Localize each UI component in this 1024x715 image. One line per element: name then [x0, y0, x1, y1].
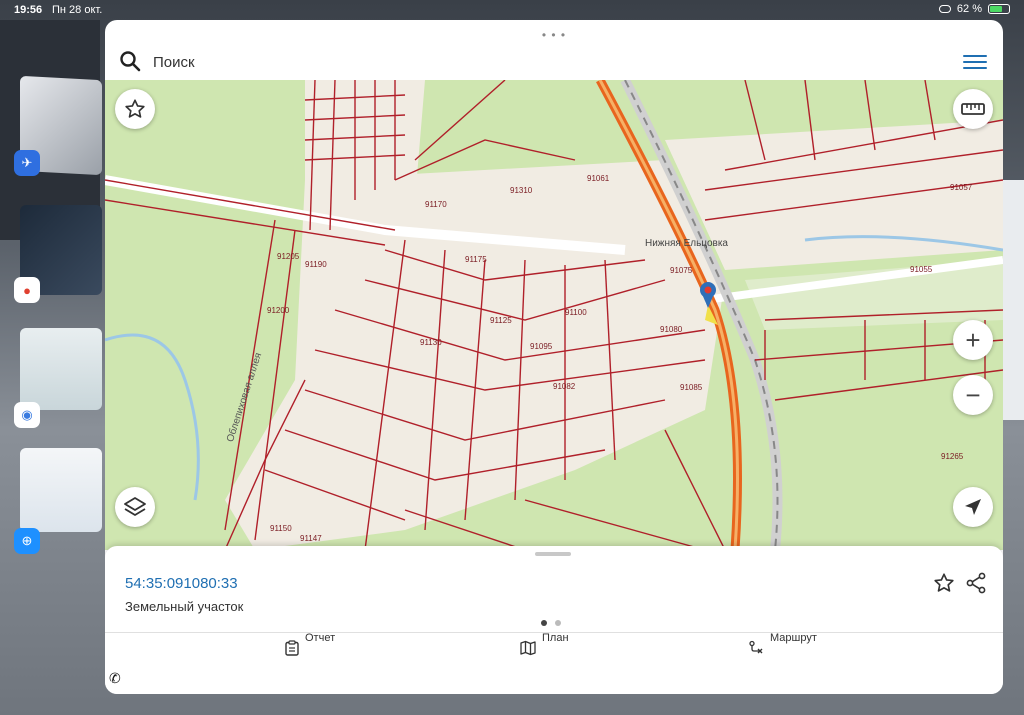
parcel-label: 91061	[587, 174, 610, 183]
parcel-label: 91150	[270, 524, 292, 533]
cadastral-map[interactable]: Нижняя Ельцовка Облепиховая аллея 91310 …	[105, 80, 1003, 550]
parcel-label: 91265	[941, 452, 964, 461]
battery-percent: 62 %	[956, 3, 982, 15]
parcel-label: 91082	[553, 382, 576, 391]
map-icon	[520, 640, 536, 656]
tab-plan-label: План	[542, 632, 569, 644]
tab-report[interactable]: Отчет	[285, 632, 335, 668]
maps-app-icon[interactable]: ✈	[14, 150, 40, 176]
app-thumbnail-4[interactable]	[20, 448, 102, 532]
my-location-button[interactable]	[953, 487, 993, 527]
map-place-label: Нижняя Ельцовка	[645, 238, 728, 249]
parcel-label: 91055	[910, 265, 933, 274]
app-thumbnail-3[interactable]	[20, 328, 102, 410]
tab-route[interactable]: Маршрут	[748, 632, 817, 668]
parcel-label: 91095	[530, 342, 553, 351]
battery-icon	[988, 4, 1010, 14]
star-icon	[125, 99, 145, 118]
parcel-label: 91170	[425, 200, 447, 209]
star-icon[interactable]	[933, 572, 955, 594]
tab-report-label: Отчет	[305, 632, 336, 644]
app-icon-3[interactable]: ◉	[14, 402, 40, 428]
app-window: • • • Поиск Нижняя Ельцовка Облепиховая …	[105, 20, 1003, 694]
zoom-out-button[interactable]: −	[953, 375, 993, 415]
parcel-label: 91057	[950, 183, 973, 192]
ruler-button[interactable]	[953, 89, 993, 129]
plus-icon: +	[965, 324, 981, 355]
navigation-arrow-icon	[965, 499, 981, 515]
status-time: 19:56	[14, 4, 43, 16]
route-icon	[749, 640, 763, 654]
minus-icon: −	[965, 379, 981, 410]
tab-route-label: Маршрут	[770, 632, 817, 644]
search-input[interactable]: Поиск	[153, 54, 195, 71]
map-canvas	[105, 80, 1003, 550]
ruler-icon	[961, 103, 985, 115]
parcel-label: 91125	[490, 316, 512, 325]
status-date: Пн 28 окт.	[52, 4, 103, 16]
sheet-handle[interactable]	[535, 552, 571, 556]
layers-icon	[124, 497, 146, 516]
clipboard-icon	[285, 640, 299, 656]
parcel-label: 91175	[465, 255, 487, 264]
safari-app-icon[interactable]: ⊕	[14, 528, 40, 554]
phone-icon: ✆	[109, 670, 121, 686]
search-bar[interactable]: Поиск	[105, 46, 1003, 80]
multitasking-dots-icon[interactable]: • • •	[105, 28, 1003, 42]
link-icon	[938, 5, 951, 13]
parcel-label: 91205	[277, 252, 300, 261]
parcel-label: 91190	[305, 260, 327, 269]
status-bar: 19:56 Пн 28 окт. 62 %	[0, 0, 1024, 20]
cadastral-number[interactable]: 54:35:091080:33	[125, 575, 238, 592]
parcel-label: 91075	[670, 266, 693, 275]
tab-plan[interactable]: План	[520, 632, 569, 668]
favorite-button[interactable]	[115, 89, 155, 129]
object-type: Земельный участок	[125, 599, 244, 614]
menu-icon[interactable]	[963, 55, 987, 73]
parcel-label: 91147	[300, 534, 322, 543]
bottom-tabs: Отчет План Маршрут	[105, 632, 1003, 672]
parcel-label: 91200	[267, 306, 290, 315]
page-indicator	[541, 620, 561, 626]
parcel-label: 91130	[420, 338, 442, 347]
parcel-label: 91310	[510, 186, 533, 195]
background-right	[1003, 180, 1024, 420]
parcel-label: 91085	[680, 383, 703, 392]
info-sheet[interactable]: 54:35:091080:33 Земельный участок Отчет …	[105, 546, 1003, 694]
parcel-label: 91100	[565, 308, 587, 317]
search-icon	[120, 51, 141, 72]
layers-button[interactable]	[115, 487, 155, 527]
parcel-label: 91080	[660, 325, 683, 334]
map-pin-app-icon[interactable]: ●	[14, 277, 40, 303]
status-right: 62 %	[938, 3, 1010, 15]
zoom-in-button[interactable]: +	[953, 320, 993, 360]
share-icon[interactable]	[965, 572, 987, 594]
